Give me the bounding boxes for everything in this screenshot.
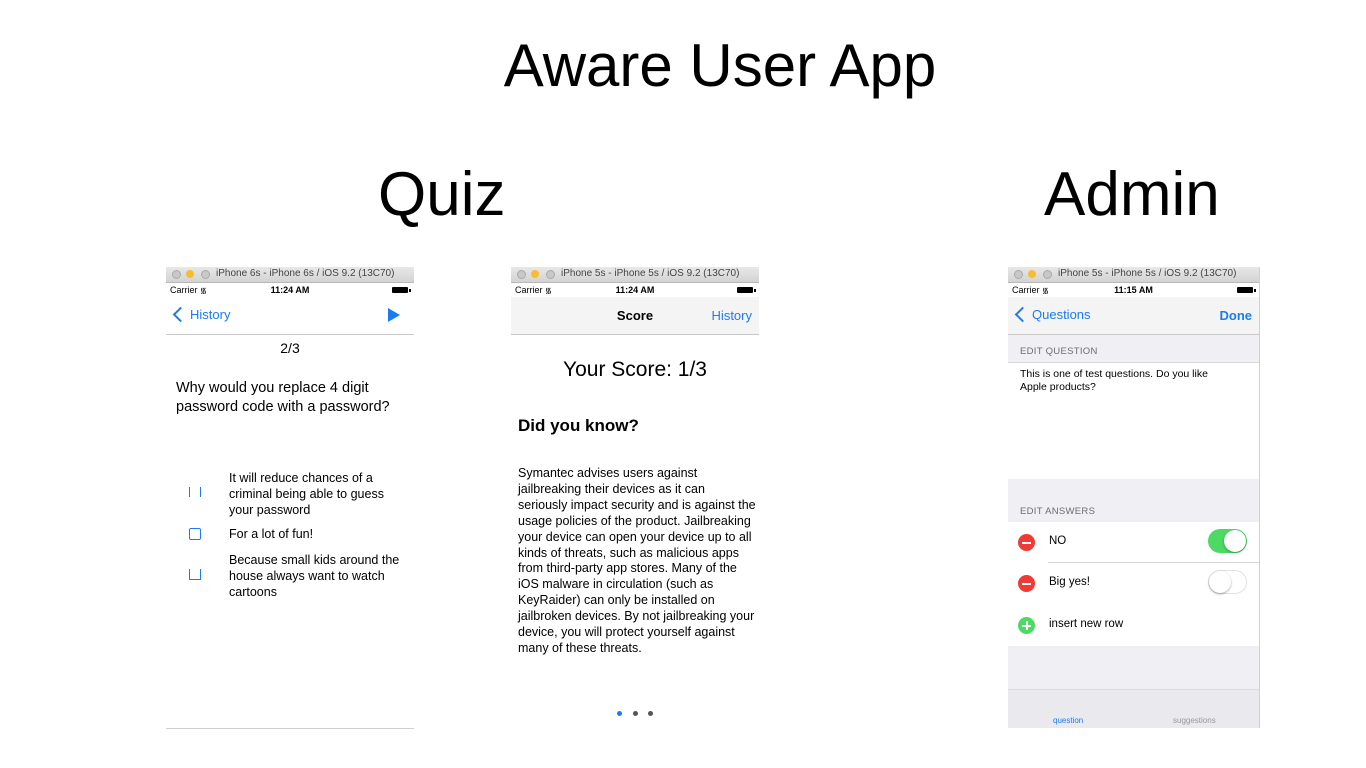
question-progress: 2/3 xyxy=(280,340,300,356)
page-dot[interactable] xyxy=(632,711,638,716)
toggle-knob xyxy=(1224,530,1246,552)
checkbox[interactable] xyxy=(189,487,201,497)
page-dot-active[interactable] xyxy=(617,711,623,716)
close-window-button[interactable] xyxy=(517,270,526,279)
answer-row[interactable]: Big yes! xyxy=(1008,563,1259,605)
tab-bar: question suggestions xyxy=(1008,689,1259,728)
close-window-button[interactable] xyxy=(1014,270,1023,279)
navigation-bar: Questions Done xyxy=(1008,297,1259,335)
navigation-bar: History xyxy=(166,297,414,335)
did-you-know-heading: Did you know? xyxy=(518,416,639,435)
edit-answers-header-label: EDIT ANSWERS xyxy=(1020,506,1096,517)
answer-text: For a lot of fun! xyxy=(229,527,314,541)
tab-question[interactable]: question xyxy=(1053,716,1083,725)
simulator-titlebar: iPhone 6s - iPhone 6s / iOS 9.2 (13C70) xyxy=(166,267,414,283)
simulator-title: iPhone 5s - iPhone 5s / iOS 9.2 (13C70) xyxy=(561,268,740,279)
battery-icon xyxy=(392,287,411,293)
status-time: 11:15 AM xyxy=(1114,285,1153,295)
back-button-label: History xyxy=(190,307,231,322)
section-label-quiz: Quiz xyxy=(378,160,506,229)
section-label-admin: Admin xyxy=(1044,160,1220,229)
security-tip-text: Symantec advises users against jailbreak… xyxy=(518,466,756,655)
status-bar: Carrier ᯾ 11:24 AM xyxy=(511,283,759,297)
score-label: Your Score: 1/3 xyxy=(563,358,707,381)
play-icon[interactable] xyxy=(388,308,400,322)
tab-suggestions[interactable]: suggestions xyxy=(1173,716,1216,725)
page-indicator[interactable] xyxy=(511,703,759,721)
history-back-button[interactable]: History xyxy=(172,306,231,323)
simulator-quiz-score: iPhone 5s - iPhone 5s / iOS 9.2 (13C70) … xyxy=(511,267,759,728)
minimize-window-button[interactable] xyxy=(186,270,194,278)
simulator-title: iPhone 5s - iPhone 5s / iOS 9.2 (13C70) xyxy=(1058,268,1237,279)
zoom-window-button[interactable] xyxy=(201,270,210,279)
correct-answer-toggle[interactable] xyxy=(1208,529,1247,553)
status-bar: Carrier ᯾ 11:15 AM xyxy=(1008,283,1259,297)
simulator-admin: iPhone 5s - iPhone 5s / iOS 9.2 (13C70) … xyxy=(1008,267,1260,728)
question-text: Why would you replace 4 digit password c… xyxy=(176,380,390,415)
battery-icon xyxy=(1237,287,1256,293)
insert-row-label[interactable]: insert new row xyxy=(1049,618,1123,630)
history-button[interactable]: History xyxy=(712,308,752,323)
answer-text: Because small kids around the house alwa… xyxy=(229,553,400,599)
battery-icon xyxy=(737,287,756,293)
page-dot[interactable] xyxy=(647,711,653,716)
add-icon[interactable] xyxy=(1018,617,1035,634)
status-bar: Carrier ᯾ 11:24 AM xyxy=(166,283,414,297)
edit-question-header: EDIT QUESTION xyxy=(1008,335,1259,363)
delete-icon[interactable] xyxy=(1018,534,1035,551)
insert-row[interactable]: insert new row xyxy=(1008,605,1259,646)
done-button[interactable]: Done xyxy=(1220,308,1253,323)
questions-back-button[interactable]: Questions xyxy=(1014,306,1091,323)
edit-question-header-label: EDIT QUESTION xyxy=(1020,346,1098,357)
edit-answers-header: EDIT ANSWERS xyxy=(1008,479,1259,523)
chevron-left-icon xyxy=(1014,306,1031,323)
answer-row[interactable]: NO xyxy=(1008,522,1259,563)
question-text-editor[interactable]: This is one of test questions. Do you li… xyxy=(1020,368,1235,394)
correct-answer-toggle[interactable] xyxy=(1208,570,1247,594)
navigation-bar: Score History xyxy=(511,297,759,335)
simulator-title: iPhone 6s - iPhone 6s / iOS 9.2 (13C70) xyxy=(216,268,395,279)
zoom-window-button[interactable] xyxy=(1043,270,1052,279)
simulator-titlebar: iPhone 5s - iPhone 5s / iOS 9.2 (13C70) xyxy=(511,267,759,283)
answer-text: It will reduce chances of a criminal bei… xyxy=(229,471,384,517)
status-time: 11:24 AM xyxy=(270,285,310,295)
status-time: 11:24 AM xyxy=(615,285,655,295)
table-footer xyxy=(1008,646,1259,690)
simulator-titlebar: iPhone 5s - iPhone 5s / iOS 9.2 (13C70) xyxy=(1008,267,1259,283)
zoom-window-button[interactable] xyxy=(546,270,555,279)
minimize-window-button[interactable] xyxy=(531,270,539,278)
toggle-knob xyxy=(1209,571,1231,593)
simulator-quiz-question: iPhone 6s - iPhone 6s / iOS 9.2 (13C70) … xyxy=(166,267,414,729)
back-button-label: Questions xyxy=(1032,307,1091,322)
slide-title: Aware User App xyxy=(503,32,937,99)
chevron-left-icon xyxy=(172,306,189,323)
delete-icon[interactable] xyxy=(1018,575,1035,592)
close-window-button[interactable] xyxy=(172,270,181,279)
checkbox[interactable] xyxy=(189,528,201,540)
minimize-window-button[interactable] xyxy=(1028,270,1036,278)
checkbox[interactable] xyxy=(189,569,201,580)
answer-label[interactable]: Big yes! xyxy=(1049,576,1090,588)
answer-label[interactable]: NO xyxy=(1049,535,1066,547)
